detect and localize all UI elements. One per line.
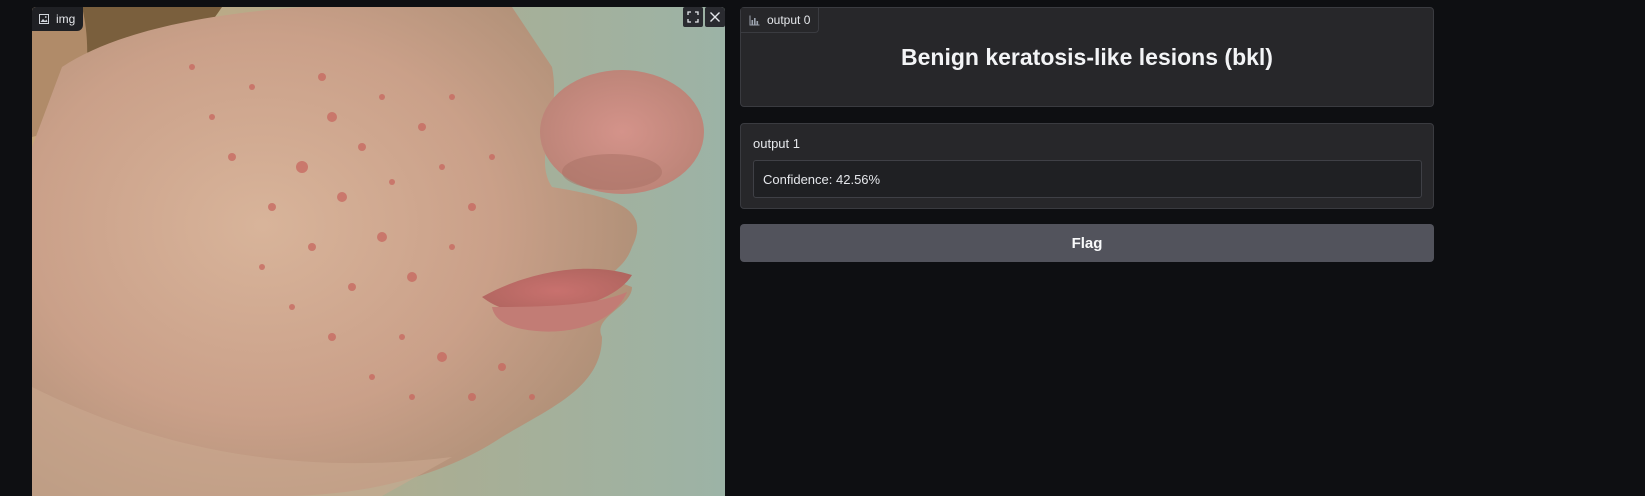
image-icon (39, 14, 49, 24)
flag-button[interactable]: Flag (740, 224, 1434, 262)
bar-chart-icon (749, 15, 760, 25)
app-root: img output 0 Benign keratosis-like lesio… (0, 0, 1645, 496)
image-controls (683, 7, 725, 27)
image-input-label: img (32, 7, 84, 31)
output-0-label: output 0 (741, 8, 820, 33)
confidence-textbox[interactable]: Confidence: 42.56% (753, 160, 1422, 198)
output-1-label: output 1 (753, 136, 800, 151)
uploaded-face-photo (32, 7, 725, 496)
clear-image-button[interactable] (705, 7, 725, 27)
image-label-text: img (56, 12, 76, 26)
output-1-panel: output 1 Confidence: 42.56% (740, 123, 1434, 209)
predicted-class-label: Benign keratosis-like lesions (bkl) (901, 44, 1273, 70)
close-icon (710, 12, 720, 22)
output-0-label-text: output 0 (767, 13, 811, 27)
fullscreen-icon (687, 11, 699, 23)
fullscreen-button[interactable] (683, 7, 703, 27)
image-panel: img (32, 7, 725, 496)
output-0-panel: output 0 Benign keratosis-like lesions (… (740, 7, 1434, 107)
